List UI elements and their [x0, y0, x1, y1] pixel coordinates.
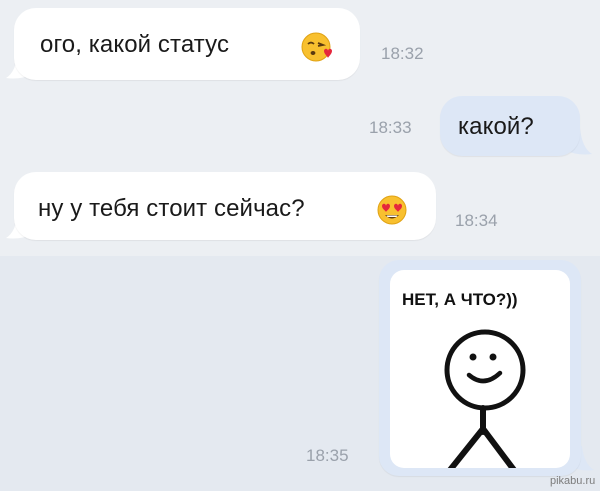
message-text: ого, какой статус [40, 31, 230, 58]
message-time: 18:35 [306, 446, 349, 465]
message-text: какой? [458, 113, 534, 140]
attached-image[interactable]: НЕТ, А ЧТО?)) [390, 270, 570, 468]
kissing-heart-emoji [301, 32, 332, 62]
message-time: 18:34 [455, 211, 498, 230]
heart-eyes-emoji [377, 195, 407, 225]
message-time: 18:33 [369, 118, 412, 137]
stick-figure-image [444, 329, 526, 468]
message-text: ну у тебя стоит сейчас? [38, 195, 305, 222]
message-time: 18:32 [381, 44, 424, 63]
watermark-text: pikabu.ru [550, 475, 596, 487]
